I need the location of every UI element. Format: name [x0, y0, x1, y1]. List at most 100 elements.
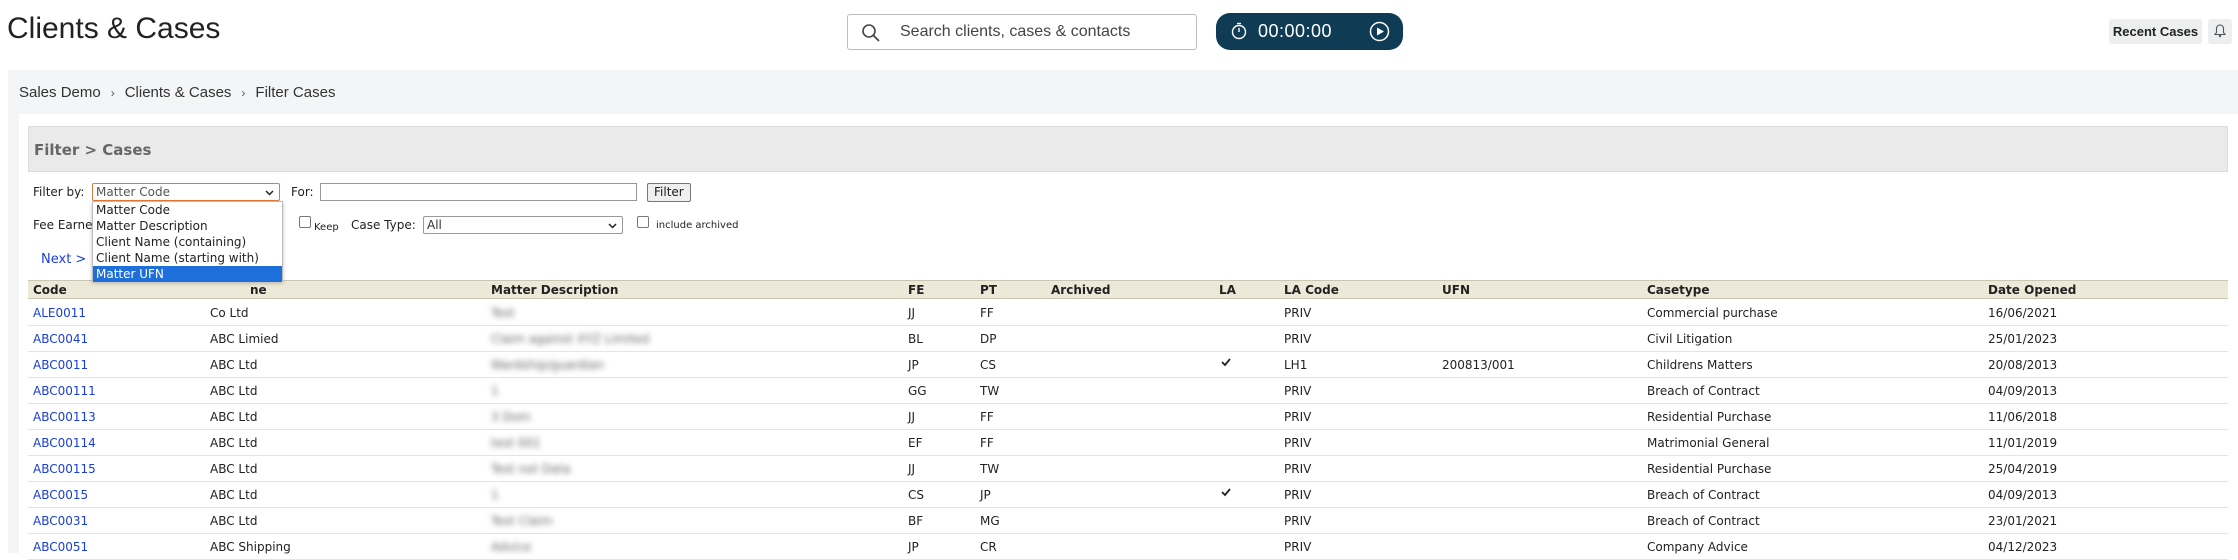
cell-pt: FF — [980, 436, 994, 450]
cell-pt: DP — [980, 332, 997, 346]
table-row[interactable]: ABC0015 ABC Ltd 1 CS JP PRIV Breach of Contrac… — [28, 482, 2228, 508]
cell-client-name: ABC Ltd — [210, 358, 258, 372]
cell-pt: CS — [980, 358, 996, 372]
keep-label: Keep — [314, 222, 339, 233]
cell-matter-description: Advice — [491, 540, 532, 554]
cell-fe: GG — [908, 384, 927, 398]
search-box[interactable] — [847, 14, 1197, 50]
header-matter-description[interactable]: Matter Description — [491, 283, 618, 297]
cell-code[interactable]: ABC00114 — [33, 436, 96, 450]
filter-by-dropdown[interactable]: Matter Code Matter Description Client Na… — [92, 201, 283, 282]
cell-matter-description: test 001 — [491, 436, 541, 450]
cell-la-code: PRIV — [1284, 436, 1312, 450]
fee-earner-label: Fee Earner: — [33, 218, 102, 232]
cell-la-code: PRIV — [1284, 384, 1312, 398]
dropdown-option-matter-ufn[interactable]: Matter UFN — [93, 266, 282, 282]
cell-matter-description: Wardship/guardian — [491, 358, 604, 372]
breadcrumb-filter-cases: Filter Cases — [255, 84, 336, 101]
breadcrumb-sales-demo[interactable]: Sales Demo — [19, 84, 101, 101]
dropdown-option-matter-code[interactable]: Matter Code — [93, 202, 282, 218]
filter-by-select[interactable]: Matter Code — [92, 183, 280, 201]
case-type-select[interactable]: All — [423, 216, 623, 234]
include-archived-checkbox[interactable] — [637, 216, 649, 228]
bell-icon — [2214, 24, 2226, 38]
checkmark-icon — [1221, 358, 1231, 367]
play-icon[interactable] — [1369, 21, 1390, 42]
table-row[interactable]: ABC0051 ABC Shipping Advice JP CR PRIV Company… — [28, 534, 2228, 560]
cell-date-opened: 04/09/2013 — [1988, 384, 2058, 398]
cell-code[interactable]: ABC00111 — [33, 384, 96, 398]
cell-client-name: ABC Shipping — [210, 540, 291, 554]
cell-date-opened: 16/06/2021 — [1988, 306, 2058, 320]
cell-fe: BL — [908, 332, 923, 346]
for-input[interactable] — [320, 183, 637, 201]
header-la-code[interactable]: LA Code — [1284, 283, 1339, 297]
cell-pt: CR — [980, 540, 997, 554]
cell-code[interactable]: ABC0031 — [33, 514, 88, 528]
cell-code[interactable]: ABC0041 — [33, 332, 88, 346]
table-row[interactable]: ALE0011 Co Ltd Test JJ FF PRIV Commercial purc… — [28, 300, 2228, 326]
cell-casetype: Breach of Contract — [1647, 384, 1760, 398]
cell-code[interactable]: ABC00115 — [33, 462, 96, 476]
cell-code[interactable]: ALE0011 — [33, 306, 86, 320]
chevron-down-icon — [608, 223, 617, 229]
time-tracker[interactable]: 00:00:00 — [1216, 13, 1403, 50]
cell-fe: JP — [908, 540, 919, 554]
cell-client-name: ABC Ltd — [210, 488, 258, 502]
keep-checkbox[interactable] — [299, 216, 311, 228]
dropdown-option-client-name-containing[interactable]: Client Name (containing) — [93, 234, 282, 250]
dropdown-option-matter-description[interactable]: Matter Description — [93, 218, 282, 234]
breadcrumb-separator: › — [241, 86, 246, 100]
table-row[interactable]: ABC00113 ABC Ltd 3 Dom JJ FF PRIV Residential … — [28, 404, 2228, 430]
cell-client-name: Co Ltd — [210, 306, 249, 320]
cell-casetype: Breach of Contract — [1647, 514, 1760, 528]
header-client-name[interactable]: ne — [250, 283, 267, 297]
cell-pt: JP — [980, 488, 991, 502]
recent-cases-button[interactable]: Recent Cases — [2109, 19, 2202, 44]
header-code[interactable]: Code — [33, 283, 67, 297]
cell-code[interactable]: ABC0051 — [33, 540, 88, 554]
table-row[interactable]: ABC00114 ABC Ltd test 001 EF FF PRIV Matrimoni… — [28, 430, 2228, 456]
cell-client-name: ABC Limied — [210, 332, 279, 346]
breadcrumb-clients-cases[interactable]: Clients & Cases — [125, 84, 232, 101]
main-panel: Sales Demo › Clients & Cases › Filter Cases … — [8, 70, 2238, 560]
cell-la-code: PRIV — [1284, 488, 1312, 502]
table-row[interactable]: ABC00115 ABC Ltd Test not Data JJ TW PRIV Resi… — [28, 456, 2228, 482]
cell-la-code: PRIV — [1284, 306, 1312, 320]
header-ufn[interactable]: UFN — [1442, 283, 1470, 297]
cell-date-opened: 20/08/2013 — [1988, 358, 2058, 372]
cell-pt: TW — [980, 384, 1000, 398]
cell-matter-description: 1 — [491, 488, 499, 502]
header-date-opened[interactable]: Date Opened — [1988, 283, 2076, 297]
notifications-button[interactable] — [2208, 19, 2232, 44]
cell-pt: FF — [980, 410, 994, 424]
dropdown-option-client-name-starting-with[interactable]: Client Name (starting with) — [93, 250, 282, 266]
header-pt[interactable]: PT — [980, 283, 997, 297]
cell-code[interactable]: ABC00113 — [33, 410, 96, 424]
cell-code[interactable]: ABC0015 — [33, 488, 88, 502]
table-row[interactable]: ABC0011 ABC Ltd Wardship/guardian JP CS LH1 20… — [28, 352, 2228, 378]
search-input[interactable] — [898, 19, 1188, 45]
header-archived[interactable]: Archived — [1051, 283, 1111, 297]
cell-matter-description: Test — [491, 306, 515, 320]
cell-client-name: ABC Ltd — [210, 514, 258, 528]
next-page-link[interactable]: Next > — [41, 252, 86, 267]
header-casetype[interactable]: Casetype — [1647, 283, 1709, 297]
filter-button[interactable]: Filter — [647, 183, 691, 202]
header-fe[interactable]: FE — [908, 283, 924, 297]
search-icon — [862, 24, 880, 42]
cell-client-name: ABC Ltd — [210, 384, 258, 398]
cell-casetype: Company Advice — [1647, 540, 1748, 554]
cell-fe: BF — [908, 514, 924, 528]
cell-fe: JJ — [908, 462, 916, 476]
table-row[interactable]: ABC0031 ABC Ltd Test Claim BF MG PRIV Breach o… — [28, 508, 2228, 534]
table-row[interactable]: ABC0041 ABC Limied Claim against XYZ Limit… — [28, 326, 2228, 352]
table-header: Code ne Matter Description FE PT Archive… — [28, 280, 2228, 299]
filter-header: Filter > Cases — [28, 126, 2228, 172]
cell-pt: MG — [980, 514, 1000, 528]
case-type-label: Case Type: — [351, 218, 416, 232]
cell-client-name: ABC Ltd — [210, 436, 258, 450]
header-la[interactable]: LA — [1219, 283, 1236, 297]
table-row[interactable]: ABC00111 ABC Ltd 1 GG TW PRIV Breach of Contra… — [28, 378, 2228, 404]
cell-code[interactable]: ABC0011 — [33, 358, 88, 372]
